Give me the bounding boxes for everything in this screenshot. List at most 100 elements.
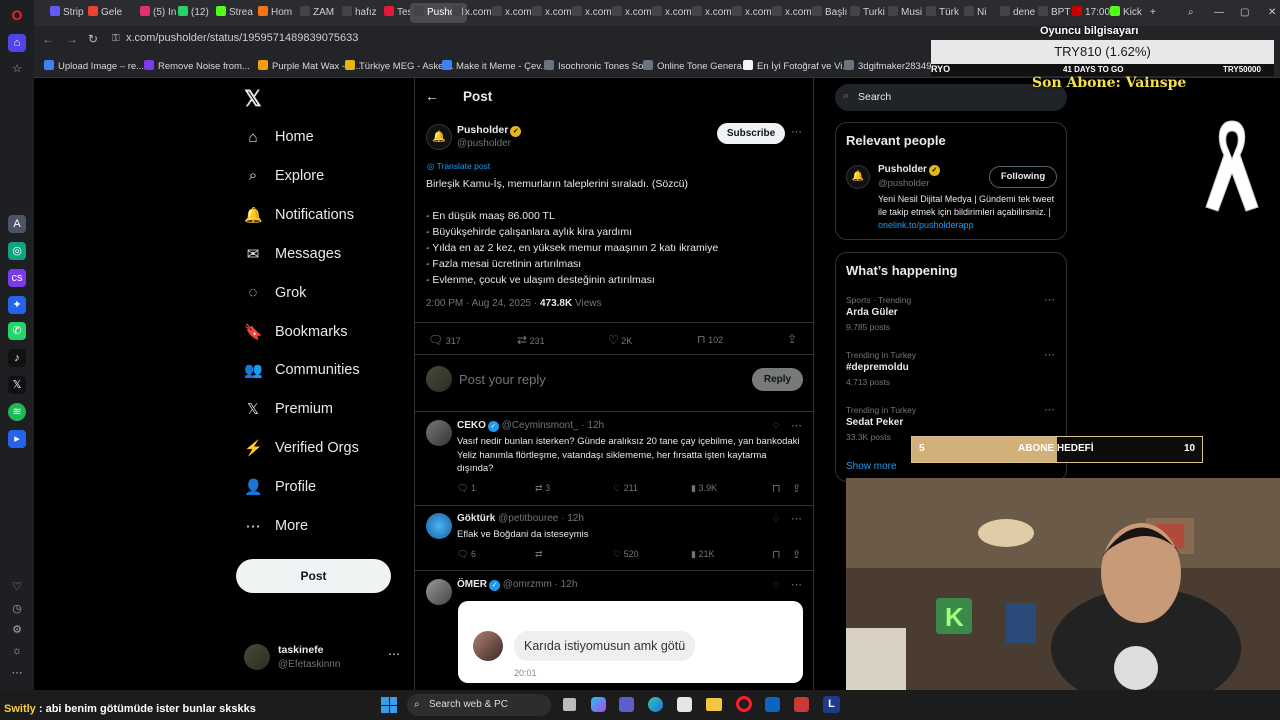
star-icon[interactable]: ☆ (8, 60, 26, 78)
bookmark-item[interactable]: Türkiye MEG - Asker... (345, 60, 454, 72)
back-icon[interactable]: ← (42, 32, 54, 46)
cs-icon[interactable]: cs (8, 269, 26, 287)
settings-icon[interactable]: ⚙ (8, 621, 26, 639)
bio-link[interactable]: onelink.to/pusholderapp (878, 220, 974, 230)
bookmark-action[interactable]: ⊓ 102 (697, 333, 723, 346)
translate-link[interactable]: ◎ Translate post (427, 161, 490, 172)
like-action[interactable]: ♡ 211 (613, 483, 638, 494)
reply-more-icon[interactable]: ⋯ (791, 419, 802, 432)
maximize-icon[interactable]: ▢ (1236, 3, 1253, 23)
minimize-icon[interactable]: — (1210, 3, 1228, 23)
reply-more-icon[interactable]: ⋯ (791, 512, 802, 525)
account-switcher[interactable]: taskinefe @Efetaskinnn ⋯ (244, 643, 404, 675)
grok-icon[interactable]: ◌ (773, 513, 779, 524)
following-button[interactable]: Following (989, 166, 1057, 188)
like-action[interactable]: ♡ 520 (613, 549, 639, 560)
explorer-icon[interactable] (706, 698, 722, 711)
tiktok-icon[interactable]: ♪ (8, 349, 26, 367)
messenger-icon[interactable]: ✦ (8, 296, 26, 314)
browser-tab[interactable]: Musi (884, 3, 926, 23)
grok-icon[interactable]: ◌ (773, 579, 779, 590)
share-icon[interactable]: ⇪ (792, 548, 801, 561)
nav-verified-orgs[interactable]: ⚡ Verified Orgs (244, 433, 359, 463)
heart-icon[interactable]: ♡ (8, 578, 26, 596)
home-icon[interactable]: ⌂ (8, 34, 26, 52)
app-l-icon[interactable]: L (823, 696, 840, 713)
reload-icon[interactable]: ↻ (88, 32, 98, 46)
reply-button[interactable]: Reply (752, 368, 803, 391)
nav-messages[interactable]: ✉ Messages (244, 239, 341, 269)
browser-tab[interactable]: Hom (254, 3, 296, 23)
nav-bookmarks[interactable]: 🔖 Bookmarks (244, 317, 348, 347)
author-name-row[interactable]: Pusholder ✓ (457, 124, 522, 137)
winrar-icon[interactable] (794, 697, 809, 712)
site-info-icon[interactable]: ⚿ (112, 33, 120, 44)
nav-explore[interactable]: ⌕ Explore (244, 161, 324, 191)
opera-logo-icon[interactable]: O (8, 6, 26, 24)
browser-tab[interactable]: Kick (1106, 3, 1146, 23)
bookmark-icon[interactable]: ⊓ (772, 482, 781, 495)
close-window-icon[interactable]: ✕ (1264, 3, 1280, 23)
teams-icon[interactable] (619, 697, 634, 712)
reply-more-icon[interactable]: ⋯ (791, 578, 802, 591)
x-logo-icon[interactable]: 𝕏 (244, 86, 262, 112)
outlook-icon[interactable] (765, 697, 780, 712)
bulb-icon[interactable]: ☼ (8, 642, 26, 660)
trend-name[interactable]: #depremoldu (846, 362, 909, 373)
new-tab-icon[interactable]: + (1146, 3, 1160, 23)
store-icon[interactable] (677, 697, 692, 712)
author-handle[interactable]: @pusholder (457, 138, 511, 149)
bookmark-item[interactable]: Online Tone Genera... (643, 60, 750, 72)
x-icon[interactable]: 𝕏 (8, 376, 26, 394)
edge-icon[interactable] (648, 697, 663, 712)
post-more-icon[interactable]: ⋯ (791, 125, 802, 138)
bookmark-item[interactable]: En İyi Fotoğraf ve Vi... (743, 60, 850, 72)
share-icon[interactable]: ⇪ (787, 332, 797, 346)
nav-grok[interactable]: ◌ Grok (244, 278, 307, 308)
like-action[interactable]: ♡ 2K (608, 333, 632, 347)
taskbar-search[interactable]: ⌕ Search web & PC (407, 694, 551, 716)
opera-icon[interactable] (736, 696, 752, 712)
reply-avatar[interactable] (426, 579, 452, 605)
subscribe-button[interactable]: Subscribe (717, 123, 785, 144)
reply-avatar[interactable] (426, 420, 452, 446)
back-arrow-icon[interactable]: ← (425, 88, 439, 104)
browser-tab[interactable]: Türk (922, 3, 963, 23)
reply-media-image[interactable]: Karıda istiyomusun amk götü 20:01 (458, 601, 803, 683)
bookmark-item[interactable]: Remove Noise from... (144, 60, 250, 72)
more-dots-icon[interactable]: ⋯ (388, 647, 400, 661)
reply-author-row[interactable]: ÖMER ✓ @omrzmm · 12h (457, 579, 577, 591)
windows-start-icon[interactable] (381, 697, 397, 713)
reply-input[interactable]: Post your reply (459, 372, 546, 387)
forward-icon[interactable]: → (66, 32, 78, 46)
repost-action[interactable]: ⇄ (535, 549, 543, 560)
nav-home[interactable]: ⌂ Home (244, 122, 313, 152)
browser-tab[interactable]: dene (996, 3, 1039, 23)
browser-tab[interactable]: ZAM (296, 3, 338, 23)
reply-author-row[interactable]: Göktürk @petitbouree · 12h (457, 513, 584, 524)
trend-more-icon[interactable]: ⋯ (1044, 348, 1055, 361)
person-avatar[interactable]: 🔔 (846, 165, 870, 189)
browser-tab[interactable]: Turki (846, 3, 889, 23)
bookmark-item[interactable]: Make it Meme - Çev... (442, 60, 548, 72)
person-name-row[interactable]: Pusholder ✓ (878, 164, 940, 176)
history-icon[interactable]: ◷ (8, 600, 26, 618)
nav-communities[interactable]: 👥 Communities (244, 355, 360, 385)
repost-action[interactable]: ⇄ 231 (517, 333, 545, 347)
whatsapp-icon[interactable]: ✆ (8, 322, 26, 340)
post-time[interactable]: 2:00 PM · Aug 24, 2025 · (426, 298, 540, 309)
author-avatar[interactable]: 🔔 (426, 124, 452, 150)
spotify-icon[interactable]: ≋ (8, 403, 26, 421)
views-action[interactable]: ▮ 21K (691, 549, 714, 560)
browser-tab[interactable]: hafız (338, 3, 381, 23)
person-handle[interactable]: @pusholder (878, 178, 929, 189)
bookmark-item[interactable]: Upload Image – re... (44, 60, 144, 72)
views-action[interactable]: ▮ 3.9K (691, 483, 717, 494)
trend-name[interactable]: Arda Güler (846, 307, 898, 318)
share-icon[interactable]: ⇪ (792, 482, 801, 495)
browser-tab[interactable]: (12) (174, 3, 213, 23)
repost-action[interactable]: ⇄ 3 (535, 483, 550, 494)
url-field[interactable]: x.com/pusholder/status/19595714898390756… (126, 32, 358, 44)
trend-more-icon[interactable]: ⋯ (1044, 293, 1055, 306)
browser-tab[interactable]: Strip (46, 3, 88, 23)
